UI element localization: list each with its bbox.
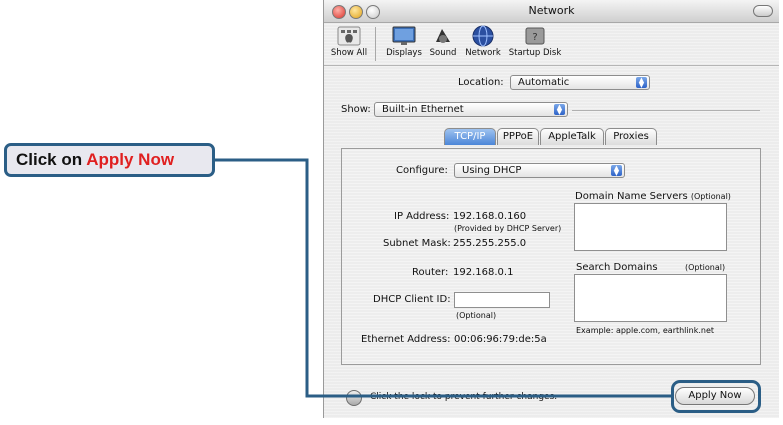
callout-connector-line — [215, 158, 673, 398]
callout-prefix-text: Click on — [16, 150, 87, 169]
instruction-callout: Click on Apply Now — [4, 143, 215, 177]
callout-highlight-text: Apply Now — [86, 150, 175, 169]
apply-now-highlight-ring — [671, 380, 761, 413]
